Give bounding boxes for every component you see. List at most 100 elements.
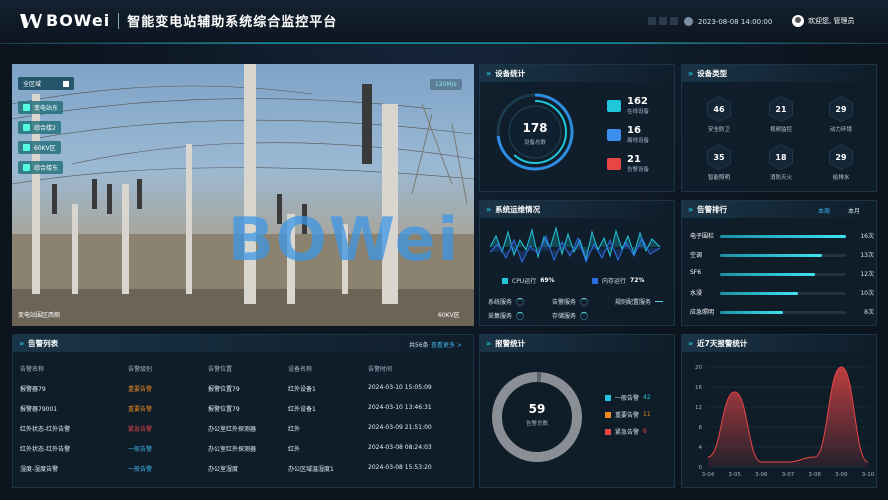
table-cell: 报警器79 (20, 386, 46, 393)
y-tick-label: 4 (699, 445, 703, 451)
y-tick-label: 16 (695, 385, 702, 391)
checkbox-icon (63, 80, 70, 87)
logo: BOWei 智能变电站辅助系统综合监控平台 (20, 11, 337, 30)
layer-item-0[interactable]: 变电站东 (18, 101, 64, 114)
shield-icon (23, 124, 30, 131)
type-label-1: 视频监控 (769, 127, 792, 133)
shield-icon (23, 104, 30, 111)
rank-bar (720, 273, 815, 276)
status-spinner-icon (516, 297, 525, 306)
layer-item-2[interactable]: 60KV区 (18, 141, 61, 154)
type-label-0: 安全防卫 (707, 127, 730, 133)
table-cell: 办公区域温湿度1 (288, 466, 334, 473)
table-row[interactable]: 报警器79001 重要告警 报警位置79 红外设备1 2024-03-10 13:46:… (20, 404, 470, 413)
chevron-icon: » (688, 205, 694, 214)
table-cell: 2024-03-10 15:05:09 (368, 384, 432, 391)
rank-bar-track (720, 311, 846, 314)
rank-row: 水浸 10次 (690, 288, 874, 300)
rank-value: 8次 (864, 309, 874, 316)
area-selector[interactable]: 全区域 (18, 77, 75, 90)
camera-caption-left: 变电站围区西侧 (18, 312, 61, 319)
rank-bar (720, 254, 823, 257)
layer-item-1[interactable]: 综合楼2 (18, 121, 61, 134)
area-fill (708, 367, 868, 467)
type-count-5: 29 (829, 144, 853, 170)
router-icon (607, 99, 621, 112)
building-icon (23, 164, 30, 171)
chevron-icon: » (19, 339, 25, 348)
rank-value: 10次 (860, 290, 874, 297)
tab-week[interactable]: 本周 (818, 206, 830, 215)
x-tick-label: 3-06 (755, 472, 768, 478)
brand-name: BOWei (46, 11, 111, 30)
alarm-donut (492, 372, 582, 462)
alarm-count: 共56条 (409, 342, 429, 349)
rank-bar (720, 311, 783, 314)
table-cell: 湿度-湿度告警 (20, 466, 59, 473)
table-cell: 重要告警 (128, 406, 153, 413)
logo-icon (20, 13, 42, 28)
panel-title: » 告警列表 (13, 335, 473, 352)
table-cell: 报警位置79 (208, 406, 240, 413)
table-cell: 办公室红外探测器 (208, 426, 257, 433)
dashboard: BOWei 智能变电站辅助系统综合监控平台 2023-08-08 14:00:0… (0, 0, 888, 500)
x-tick-label: 3-09 (835, 472, 848, 478)
status-spinner-icon (580, 311, 589, 320)
y-tick-label: 8 (699, 425, 703, 431)
type-label-2: 动力环境 (829, 127, 852, 133)
table-cell: 红外状态-红外告警 (20, 446, 71, 453)
hexagon-icon (23, 144, 30, 151)
chart-title: 近7天报警统计 (697, 339, 748, 348)
header: BOWei 智能变电站辅助系统综合监控平台 2023-08-08 14:00:0… (0, 0, 888, 44)
table-row[interactable]: 报警器79 重要告警 报警位置79 红外设备1 2024-03-10 15:05:09 (20, 384, 470, 393)
header-decoration (648, 17, 678, 25)
table-cell: 办公室红外探测器 (208, 446, 257, 453)
panel-title: » 报警统计 (480, 335, 674, 352)
legend-urgent: 紧急告警 6 (605, 427, 647, 436)
x-tick-label: 3-05 (728, 472, 741, 478)
stat-online: 162 在线设备 (607, 96, 649, 115)
table-cell: 报警位置79 (208, 386, 240, 393)
table-cell: 一般告警 (128, 446, 153, 453)
chevron-icon: » (486, 339, 492, 348)
user-menu[interactable]: 欢迎您, 管理员 (792, 15, 854, 27)
table-row[interactable]: 红外状态-红外告警 紧急告警 办公室红外探测器 红外 2024-03-09 21:51:… (20, 424, 470, 433)
stat-offline: 16 离线设备 (607, 125, 649, 144)
datetime: 2023-08-08 14:00:00 (684, 17, 772, 26)
service-collect: 采集服务 (488, 311, 525, 320)
table-row[interactable]: 红外状态-红外告警 一般告警 办公室红外探测器 红外 2024-03-08 08:24:… (20, 444, 470, 453)
table-cell: 办公室湿度 (208, 466, 239, 473)
table-cell: 2024-03-08 08:24:03 (368, 444, 432, 451)
device-total-label: 设备总数 (523, 140, 546, 146)
rank-value: 12次 (860, 271, 874, 278)
type-label-5: 给排水 (832, 175, 850, 181)
avatar-icon (792, 15, 804, 27)
chevron-icon: » (486, 69, 492, 78)
rank-value: 13次 (860, 252, 874, 259)
layer-item-3[interactable]: 综合楼东 (18, 161, 64, 174)
rank-bar (720, 292, 799, 295)
datetime-text: 2023-08-08 14:00:00 (698, 17, 773, 26)
type-label-4: 消防灭火 (769, 175, 792, 181)
tab-month[interactable]: 本月 (848, 206, 860, 215)
x-tick-label: 3-08 (808, 472, 821, 478)
important-swatch (605, 411, 611, 418)
type-count-4: 18 (769, 144, 793, 170)
table-cell: 2024-03-09 21:51:00 (368, 424, 432, 431)
table-cell: 重要告警 (128, 386, 153, 393)
view-more-link[interactable]: 查看更多 > (431, 340, 462, 349)
memory-swatch (592, 277, 598, 284)
siren-icon (607, 157, 621, 170)
layer-label: 综合楼2 (34, 125, 56, 132)
rank-row: 电子围栏 16次 (690, 231, 874, 243)
video-feed[interactable]: 全区域 变电站东 综合楼2 60KV区 综合楼东 120M/s 变电站围区西侧 … (12, 64, 474, 326)
cpu-legend: CPU运行 69% (502, 276, 555, 285)
rank-bar-track (720, 292, 846, 295)
rank-name: SF6 (690, 269, 702, 276)
chevron-icon: » (688, 69, 694, 78)
service-rules: 规则配置服务 (615, 297, 664, 306)
device-total-value: 178 (522, 121, 548, 135)
rank-name: 电子围栏 (690, 233, 715, 240)
table-row[interactable]: 湿度-湿度告警 一般告警 办公室湿度 办公区域温湿度1 2024-03-08 15:53… (20, 464, 470, 473)
layer-label: 60KV区 (34, 145, 56, 152)
